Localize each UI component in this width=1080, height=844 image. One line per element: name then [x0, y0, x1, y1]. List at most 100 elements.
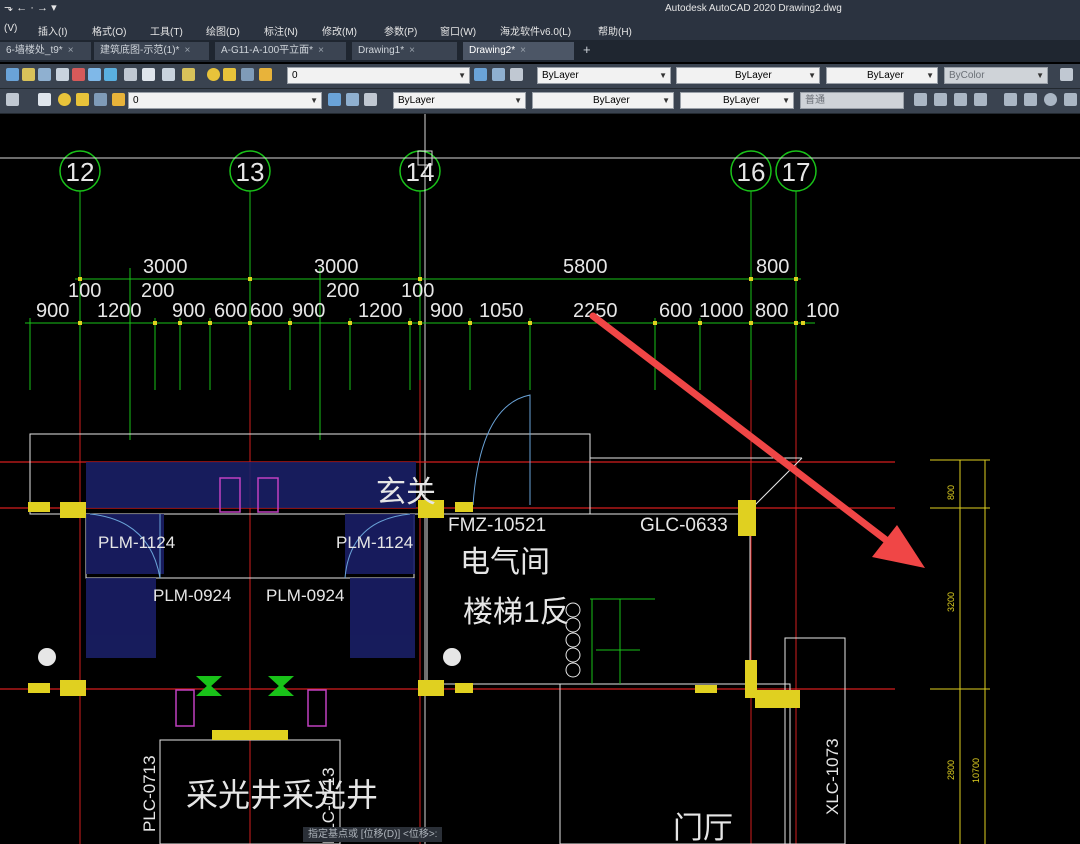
chevron-down-icon: ▼: [458, 71, 466, 80]
close-icon[interactable]: ×: [68, 45, 74, 56]
color-dropdown[interactable]: ByLayer ▼: [537, 67, 671, 84]
lightbulb-icon[interactable]: [58, 93, 71, 106]
lineweight-dropdown-2[interactable]: ByLayer ▼: [680, 92, 794, 109]
dim-900-a: 900: [36, 300, 69, 322]
dim-1000: 1000: [699, 300, 744, 322]
drawing-canvas[interactable]: 12 13 14 16 17 3000 3000 5800 800 100 20…: [0, 114, 1080, 844]
angular-icon[interactable]: [1064, 93, 1077, 106]
properties-toolbar-1: 0 ▼ ByLayer ▼ ByLayer ▼ ByLayer ▼ ByColor ▼: [0, 64, 1080, 89]
menu-help[interactable]: 帮助(H): [598, 23, 632, 38]
chevron-down-icon: ▼: [926, 71, 934, 80]
lock-icon[interactable]: [259, 68, 272, 81]
tab-label: 6-墙楼处_t9*: [6, 45, 63, 56]
plotstyle-dropdown[interactable]: ByColor ▼: [944, 67, 1048, 84]
chevron-down-icon: ▼: [808, 71, 816, 80]
door-plm1124-b: PLM-1124: [336, 533, 413, 552]
menu-tools[interactable]: 工具(T): [150, 23, 183, 38]
chevron-down-icon: ▼: [310, 96, 318, 105]
layer-previous-icon[interactable]: [510, 68, 523, 81]
properties-toolbar-2: 0 ▼ ByLayer ▼ ByLayer ▼ ByLayer ▼ 普通: [0, 89, 1080, 114]
layer-properties-icon[interactable]: [142, 68, 155, 81]
grip-icon[interactable]: [6, 93, 19, 106]
dim-800-top: 800: [756, 256, 789, 278]
sun-icon[interactable]: [223, 68, 236, 81]
dim-200-b: 200: [326, 280, 359, 302]
style-dropdown[interactable]: 普通: [800, 92, 904, 109]
chevron-down-icon: ▼: [662, 96, 670, 105]
make-current-icon[interactable]: [474, 68, 487, 81]
menu-view[interactable]: (V): [4, 23, 17, 34]
color-dropdown-2[interactable]: ByLayer ▼: [393, 92, 526, 109]
tab-label: A-G11-A-100平立面*: [221, 45, 314, 56]
linetype-dropdown-2[interactable]: ByLayer ▼: [532, 92, 674, 109]
jogged-icon[interactable]: [1024, 93, 1037, 106]
close-icon[interactable]: ×: [520, 45, 526, 56]
dimension-text: 3000 3000 5800 800 100 200 200 100 900 1…: [36, 256, 839, 322]
layer-dropdown-2[interactable]: 0 ▼: [128, 92, 322, 109]
axis-bubble-12: 12: [59, 150, 101, 192]
chevron-down-icon: ▼: [1036, 71, 1044, 80]
window-glc: GLC-0633: [640, 515, 728, 536]
lineweight-dropdown[interactable]: ByLayer ▼: [826, 67, 938, 84]
quick-access-toolbar[interactable]: ⬎ ← · → ▾: [4, 1, 57, 14]
diameter-icon[interactable]: [1044, 93, 1057, 106]
menu-window[interactable]: 窗口(W): [440, 23, 476, 38]
tab-file-4[interactable]: Drawing1* ×: [352, 42, 458, 60]
close-icon[interactable]: ×: [409, 45, 415, 56]
close-icon[interactable]: ×: [184, 45, 190, 56]
room-menting: 门厅: [673, 812, 733, 844]
layer-tool-icon[interactable]: [182, 68, 195, 81]
file-tab-bar: 6-墙楼处_t9* × 建筑底图-示范(1)* × A-G11-A-100平立面* ×…: [0, 40, 1080, 62]
print-icon[interactable]: [56, 68, 69, 81]
plot-preview-icon[interactable]: [72, 68, 85, 81]
menu-insert[interactable]: 插入(I): [38, 23, 67, 38]
menu-hailong[interactable]: 海龙软件v6.0(L): [500, 23, 571, 38]
ordinate-icon[interactable]: [974, 93, 987, 106]
layer-match-icon[interactable]: [346, 93, 359, 106]
layer-dropdown[interactable]: 0 ▼: [287, 67, 470, 84]
layer-freeze-icon[interactable]: [241, 68, 254, 81]
command-line[interactable]: 指定基点或 [位移(D)] <位移>:: [303, 827, 443, 842]
lock-icon[interactable]: [112, 93, 125, 106]
open-file-icon[interactable]: [22, 68, 35, 81]
layer-state-icon[interactable]: [162, 68, 175, 81]
toolbar-overflow-icon[interactable]: [1060, 68, 1073, 81]
menu-bar: (V) 插入(I) 格式(O) 工具(T) 绘图(D) 标注(N) 修改(M) …: [0, 18, 1080, 40]
lineweight-value: ByLayer: [867, 70, 904, 81]
tab-file-1[interactable]: 6-墙楼处_t9* ×: [0, 42, 92, 60]
cut-icon[interactable]: [124, 68, 137, 81]
make-current-icon[interactable]: [328, 93, 341, 106]
radius-icon[interactable]: [1004, 93, 1017, 106]
linear-dimension-icon[interactable]: [914, 93, 927, 106]
save-icon[interactable]: [38, 68, 51, 81]
axis-lines-lower: [79, 380, 797, 844]
layer-match-icon[interactable]: [492, 68, 505, 81]
chevron-down-icon: ▼: [514, 96, 522, 105]
door-plm1124-a: PLM-1124: [98, 533, 175, 552]
tab-file-2[interactable]: 建筑底图-示范(1)* ×: [94, 42, 210, 60]
close-icon[interactable]: ×: [318, 45, 324, 56]
publish-icon[interactable]: [88, 68, 101, 81]
layer-properties-icon[interactable]: [38, 93, 51, 106]
menu-draw[interactable]: 绘图(D): [206, 23, 240, 38]
menu-format[interactable]: 格式(O): [92, 23, 126, 38]
tab-file-5[interactable]: Drawing2* ×: [463, 42, 575, 60]
tab-file-3[interactable]: A-G11-A-100平立面* ×: [215, 42, 347, 60]
axis-bubble-16: 16: [730, 150, 772, 192]
new-tab-button[interactable]: +: [583, 42, 591, 57]
3d-dwf-icon[interactable]: [104, 68, 117, 81]
menu-parameters[interactable]: 参数(P): [384, 23, 417, 38]
lightbulb-icon[interactable]: [207, 68, 220, 81]
sun-icon[interactable]: [76, 93, 89, 106]
aligned-dimension-icon[interactable]: [934, 93, 947, 106]
dim-3000-b: 3000: [314, 256, 359, 278]
menu-dimension[interactable]: 标注(N): [264, 23, 298, 38]
menu-modify[interactable]: 修改(M): [322, 23, 357, 38]
dim-100-a: 100: [68, 280, 101, 302]
window-xlc: XLC-1073: [823, 738, 842, 815]
new-file-icon[interactable]: [6, 68, 19, 81]
layer-previous-icon[interactable]: [364, 93, 377, 106]
linetype-dropdown[interactable]: ByLayer ▼: [676, 67, 820, 84]
layer-freeze-icon[interactable]: [94, 93, 107, 106]
arc-length-icon[interactable]: [954, 93, 967, 106]
